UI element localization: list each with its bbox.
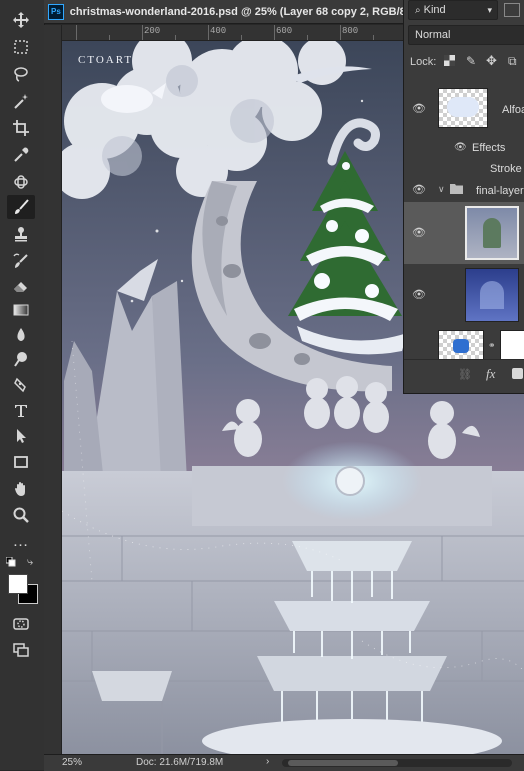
group-expand-chevron-icon[interactable]: ∨ <box>438 184 445 195</box>
canvas-corner-text: CTOART <box>78 54 133 66</box>
more-tools-icon[interactable]: … <box>7 530 35 554</box>
eraser-tool-icon[interactable] <box>7 274 35 298</box>
search-icon: ⌕ <box>415 5 421 16</box>
zoom-level[interactable]: 25% <box>62 757 82 768</box>
ruler-label: 800 <box>342 26 359 36</box>
blend-mode-dropdown[interactable]: Normal <box>408 25 524 45</box>
pen-tool-icon[interactable] <box>7 373 35 397</box>
ruler-label: 200 <box>144 26 161 36</box>
marquee-tool-icon[interactable] <box>7 35 35 59</box>
group-name: final-layers <box>476 185 524 197</box>
layers-panel-footer: ⛓ fx <box>404 359 524 393</box>
lock-transparent-icon[interactable] <box>444 55 455 69</box>
add-mask-icon[interactable] <box>512 368 523 379</box>
foreground-color-swatch[interactable] <box>8 574 28 594</box>
default-colors-icon[interactable] <box>5 556 16 570</box>
kind-label: Kind <box>423 4 446 16</box>
layer-thumbnail <box>438 88 488 128</box>
group-row[interactable]: 👁 ∨ final-layers <box>404 180 524 203</box>
magic-wand-tool-icon[interactable] <box>7 89 35 113</box>
layer-thumbnail <box>465 206 519 260</box>
visibility-eye-icon[interactable]: 👁 <box>412 288 426 301</box>
crop-tool-icon[interactable] <box>7 116 35 140</box>
path-selection-tool-icon[interactable] <box>7 424 35 448</box>
stroke-effect-label: Stroke <box>490 163 522 175</box>
zoom-tool-icon[interactable] <box>7 503 35 527</box>
scrollbar-thumb[interactable] <box>288 760 398 766</box>
brush-tool-icon[interactable] <box>7 195 35 219</box>
layer-name: Alfoa <box>502 104 524 116</box>
layer-filter-kind-dropdown[interactable]: ⌕ Kind ▾ <box>408 0 498 20</box>
lock-artboard-icon[interactable]: ⧉ <box>508 54 517 69</box>
status-menu-arrow-icon[interactable]: › <box>266 756 269 767</box>
add-layer-style-button[interactable]: fx <box>486 366 495 382</box>
history-brush-tool-icon[interactable] <box>7 249 35 273</box>
layer-thumbnail <box>438 330 484 360</box>
hand-tool-icon[interactable] <box>7 477 35 501</box>
type-tool-icon[interactable] <box>7 399 35 423</box>
whale-shape <box>101 85 153 113</box>
photoshop-document-icon: Ps <box>48 3 64 20</box>
visibility-eye-icon[interactable]: 👁 <box>412 226 426 239</box>
folder-icon <box>450 183 463 197</box>
link-layers-icon[interactable]: ⛓ <box>458 368 472 381</box>
layer-row[interactable]: ⚭ <box>404 326 524 363</box>
document-tab[interactable]: Ps christmas-wonderland-2016.psd @ 25% (… <box>44 0 404 24</box>
stroke-effect-row[interactable]: Stroke <box>404 158 524 181</box>
visibility-eye-icon[interactable]: 👁 <box>412 102 426 115</box>
filter-image-icon[interactable] <box>504 3 520 17</box>
effects-visibility-icon[interactable]: 👁 <box>454 142 467 153</box>
gradient-tool-icon[interactable] <box>7 298 35 322</box>
status-bar: 25% Doc: 21.6M/719.8M › <box>44 754 524 771</box>
layer-row-selected[interactable]: 👁 <box>404 202 524 265</box>
layer-thumbnail <box>465 268 519 322</box>
move-tool-icon[interactable] <box>7 8 35 32</box>
lock-row: Lock: ✎ ✥ ⧉ <box>404 53 524 72</box>
layer-mask-thumbnail <box>500 330 524 360</box>
healing-brush-tool-icon[interactable] <box>7 170 35 194</box>
effects-label: Effects <box>472 142 506 154</box>
horizontal-scrollbar[interactable] <box>282 759 512 767</box>
blend-mode-value: Normal <box>415 29 451 41</box>
eyedropper-tool-icon[interactable] <box>7 143 35 167</box>
swap-colors-icon[interactable]: ⤷ <box>27 556 33 569</box>
ruler-label: 400 <box>210 26 227 36</box>
visibility-eye-icon[interactable]: 👁 <box>412 183 426 196</box>
tools-panel: … ⤷ <box>0 0 45 770</box>
clone-stamp-tool-icon[interactable] <box>7 222 35 246</box>
lasso-tool-icon[interactable] <box>7 62 35 86</box>
layers-panel: ⌕Kind ▾ Normal Lock: ✎ ✥ ⧉ 👁 Alfoa 👁 Eff… <box>403 0 524 394</box>
dodge-tool-icon[interactable] <box>7 347 35 371</box>
effects-row[interactable]: 👁 Effects <box>404 138 524 158</box>
blur-tool-icon[interactable] <box>7 323 35 347</box>
layer-row[interactable]: 👁 <box>404 264 524 327</box>
lock-position-icon[interactable]: ✥ <box>486 53 497 69</box>
layer-row[interactable]: 👁 Alfoa <box>404 80 524 139</box>
lock-pixels-icon[interactable]: ✎ <box>466 54 476 68</box>
lock-label: Lock: <box>410 56 437 68</box>
quick-mask-icon[interactable] <box>7 612 35 636</box>
document-size[interactable]: Doc: 21.6M/719.8M <box>136 757 223 768</box>
link-icon: ⚭ <box>488 340 496 350</box>
rectangle-tool-icon[interactable] <box>7 450 35 474</box>
screen-mode-icon[interactable] <box>7 638 35 662</box>
ruler-label: 600 <box>276 26 293 36</box>
left-ruler[interactable] <box>44 25 62 754</box>
chevron-down-icon: ▾ <box>487 5 492 15</box>
document-title: christmas-wonderland-2016.psd @ 25% (Lay… <box>69 5 404 18</box>
